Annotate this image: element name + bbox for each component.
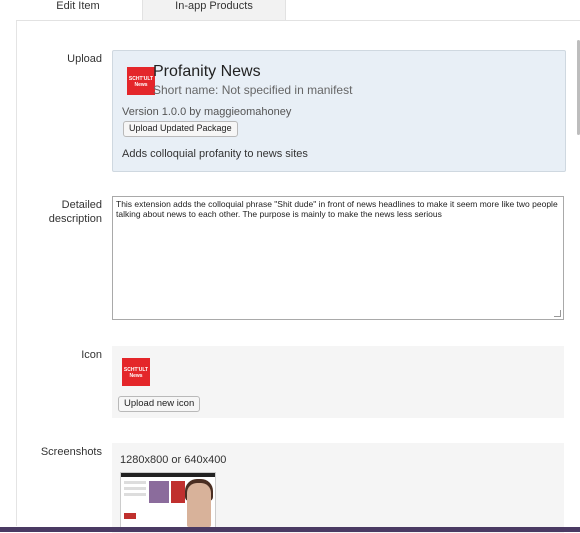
thumbnail-header [121,473,215,477]
resize-handle-icon[interactable] [554,310,561,317]
upload-new-icon-button[interactable]: Upload new icon [118,396,201,412]
upload-updated-package-button[interactable]: Upload Updated Package [123,121,238,137]
screenshots-label: Screenshots [40,446,102,458]
extension-icon: SCHT'ULT News [122,358,150,386]
short-description: Adds colloquial profanity to news sites [122,148,308,160]
icon-panel: SCHT'ULT News Upload new icon [112,346,564,418]
thumbnail-photo [171,481,185,503]
tab-in-app-products[interactable]: In-app Products [142,0,286,20]
thumbnail-text-line [124,493,146,496]
thumbnail-portrait [187,483,211,527]
upload-panel: SCHT'ULT News Profanity News Short name:… [112,50,566,172]
screenshots-panel: 1280x800 or 640x400 [112,443,564,533]
thumbnail-photo [149,481,169,503]
bottom-taskbar [0,527,580,532]
tab-bar: Edit Item In-app Products [16,0,580,21]
short-name: Short name: Not specified in manifest [153,83,353,97]
app-name: Profanity News [153,63,261,80]
detailed-description-label: Detailed description [30,198,102,226]
label-line-1: Detailed [61,199,102,211]
left-divider [16,0,17,526]
upload-label: Upload [67,53,102,65]
version-info: Version 1.0.0 by maggieomahoney [122,106,292,118]
detailed-description-textarea[interactable]: This extension adds the colloquial phras… [112,196,564,320]
app-logo-icon: SCHT'ULT News [127,67,155,95]
tab-edit-item[interactable]: Edit Item [16,0,140,20]
thumbnail-text-line [124,487,146,490]
thumbnail-red-block [124,513,136,519]
description-text: This extension adds the colloquial phras… [116,199,558,219]
label-line-2: description [48,213,102,225]
screenshot-size-hint: 1280x800 or 640x400 [120,454,227,466]
screenshot-thumbnail[interactable] [120,472,216,530]
thumbnail-text-line [124,481,146,484]
icon-label: Icon [81,349,102,361]
